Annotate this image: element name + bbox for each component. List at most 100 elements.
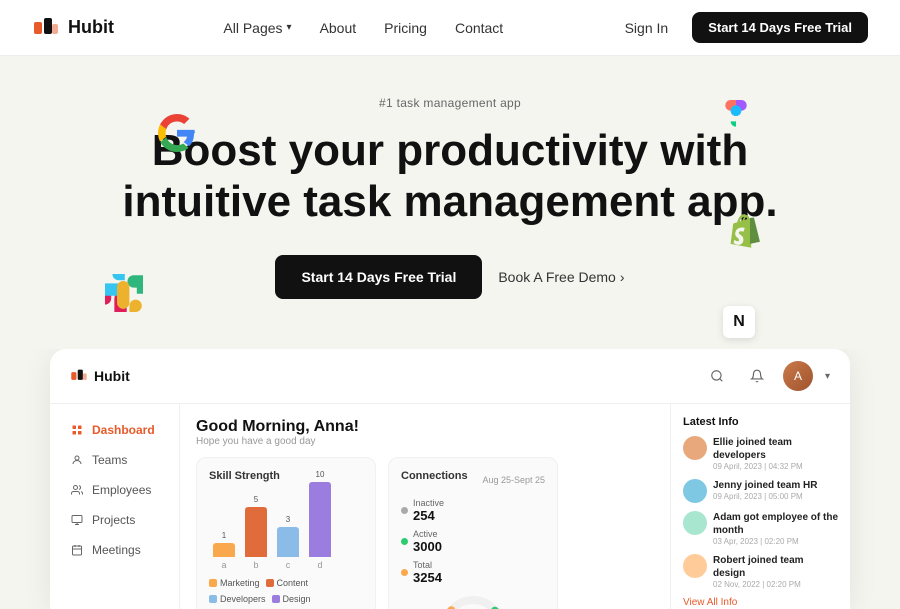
hero-trial-button[interactable]: Start 14 Days Free Trial [275,255,482,299]
bar-label: a [221,560,226,570]
employees-icon [70,483,84,497]
info-time: 02 Nov, 2022 | 02:20 PM [713,580,838,589]
dashboard-preview: Hubit A ▾ Dashboard [50,349,850,609]
bar-rect [309,482,331,557]
bar-b: 5 b [245,495,267,570]
nav-logo[interactable]: Hubit [32,14,114,42]
sidebar-item-meetings[interactable]: Meetings [56,536,173,564]
info-time: 09 April, 2023 | 04:32 PM [713,462,838,471]
connections-stats: Inactive 254 Active 3000 [401,498,545,585]
nav-all-pages[interactable]: All Pages ▾ [213,14,301,42]
sidebar-item-teams[interactable]: Teams [56,446,173,474]
bar-rect [277,527,299,557]
total-stat: Total 3254 [401,560,545,585]
shopify-icon [728,214,762,248]
chevron-down-icon: ▾ [287,22,292,33]
info-text: Ellie joined team developers 09 April, 2… [713,436,838,471]
slack-icon [105,274,143,312]
search-icon[interactable] [703,362,731,390]
user-avatar[interactable]: A [783,361,813,391]
nav-actions: Sign In Start 14 Days Free Trial [613,12,868,43]
info-avatar [683,554,707,578]
notion-icon: N [723,306,755,338]
info-item: Ellie joined team developers 09 April, 2… [683,436,838,471]
dash-body: Dashboard Teams Employees Projects [50,404,850,609]
legend-dot [272,595,280,603]
bar-value: 3 [286,515,290,524]
nav-logo-text: Hubit [68,17,114,38]
google-icon [158,114,196,152]
legend-item-marketing: Marketing [209,578,260,588]
bar-rect [245,507,267,557]
legend-dot [266,579,274,587]
info-avatar [683,511,707,535]
dash-logo-icon [70,367,88,385]
projects-icon [70,513,84,527]
bar-rect [213,543,235,557]
nav-contact[interactable]: Contact [445,14,513,42]
navbar: Hubit All Pages ▾ About Pricing Contact … [0,0,900,56]
info-text: Jenny joined team HR 09 April, 2023 | 05… [713,479,817,501]
bell-icon[interactable] [743,362,771,390]
skill-strength-card: Skill Strength 1 a 5 b 3 c 10 d Marketin… [196,457,376,609]
bar-value: 1 [222,531,226,540]
inactive-stat: Inactive 254 [401,498,545,523]
info-items: Ellie joined team developers 09 April, 2… [683,436,838,597]
skill-card-title: Skill Strength [209,470,363,482]
info-name: Robert joined team design [713,554,838,580]
bar-chart: 1 a 5 b 3 c 10 d [209,490,363,570]
active-stat: Active 3000 [401,529,545,554]
info-avatar [683,479,707,503]
hubit-logo-icon [32,14,60,42]
info-time: 09 April, 2023 | 05:00 PM [713,492,817,501]
signin-button[interactable]: Sign In [613,14,681,42]
info-item: Adam got employee of the month 03 Apr, 2… [683,511,838,546]
info-avatar [683,436,707,460]
connections-chart [438,593,508,609]
dash-sidebar: Dashboard Teams Employees Projects [50,404,180,609]
connections-date: Aug 25-Sept 25 [482,475,545,485]
chart-legend: MarketingContentDevelopersDesign [209,578,363,604]
sidebar-item-employees[interactable]: Employees [56,476,173,504]
dash-greeting: Good Morning, Anna! [196,418,654,436]
legend-dot [209,595,217,603]
chevron-down-icon[interactable]: ▾ [825,371,830,382]
legend-item-content: Content [266,578,309,588]
nav-pricing[interactable]: Pricing [374,14,437,42]
teams-icon [70,453,84,467]
info-item: Robert joined team design 02 Nov, 2022 |… [683,554,838,589]
dash-main-content: Good Morning, Anna! Hope you have a good… [180,404,670,609]
connections-title: Connections [401,470,468,482]
bar-label: d [317,560,322,570]
bar-label: c [286,560,291,570]
info-text: Adam got employee of the month 03 Apr, 2… [713,511,838,546]
bar-label: b [253,560,258,570]
total-dot [401,569,408,576]
bar-c: 3 c [277,515,299,570]
bar-d: 10 d [309,470,331,570]
active-dot [401,538,408,545]
sidebar-item-projects[interactable]: Projects [56,506,173,534]
dashboard-icon [70,423,84,437]
latest-info-panel: Latest Info Ellie joined team developers… [670,404,850,609]
inactive-dot [401,507,408,514]
trial-button[interactable]: Start 14 Days Free Trial [692,12,868,43]
legend-item-developers: Developers [209,594,266,604]
demo-button[interactable]: Book A Free Demo › [498,269,624,285]
nav-about[interactable]: About [310,14,367,42]
hero-cta: Start 14 Days Free Trial Book A Free Dem… [20,255,880,299]
bar-a: 1 a [213,531,235,570]
info-name: Ellie joined team developers [713,436,838,462]
info-text: Robert joined team design 02 Nov, 2022 |… [713,554,838,589]
info-item: Jenny joined team HR 09 April, 2023 | 05… [683,479,838,503]
dash-header: Hubit A ▾ [50,349,850,404]
dash-header-right: A ▾ [703,361,830,391]
connections-header: Connections Aug 25-Sept 25 [401,470,545,490]
hero-section: N #1 task management app Boost your prod… [0,56,900,349]
dash-cards: Skill Strength 1 a 5 b 3 c 10 d Marketin… [196,457,654,609]
arrow-right-icon: › [620,269,625,285]
legend-dot [209,579,217,587]
bar-value: 10 [316,470,325,479]
view-all-button[interactable]: View All Info [683,597,838,608]
sidebar-item-dashboard[interactable]: Dashboard [56,416,173,444]
